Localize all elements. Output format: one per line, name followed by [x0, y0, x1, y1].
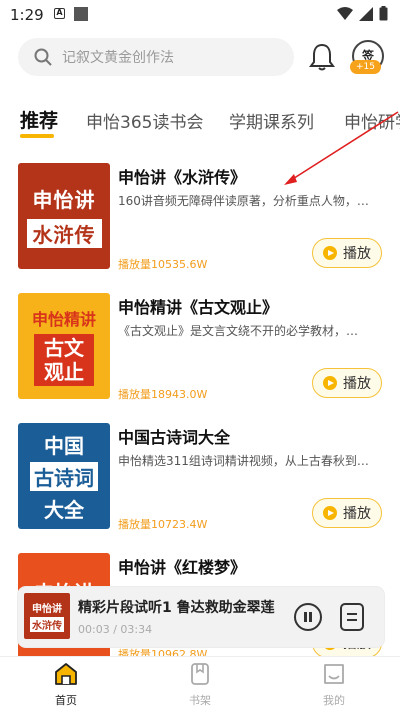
search-placeholder: 记叙文黄金创作法	[62, 50, 174, 66]
cover-text: 大全	[44, 497, 84, 522]
course-cover: 申怡精讲 古文观止	[18, 293, 110, 399]
signal-icon	[359, 6, 373, 21]
active-tab-indicator	[20, 134, 54, 138]
bell-icon[interactable]	[308, 42, 336, 72]
course-description: 申怡精选311组诗词精讲视频，从上古春秋到…	[118, 454, 369, 468]
play-icon	[323, 246, 337, 260]
course-title: 申怡精讲《古文观止》	[118, 298, 279, 317]
search-input[interactable]: 记叙文黄金创作法	[18, 38, 294, 76]
cover-text: 水浒传	[26, 219, 102, 248]
play-button[interactable]: 播放	[312, 368, 382, 398]
cover-text: 申怡讲	[32, 188, 96, 212]
play-count: 播放量10535.6W	[118, 258, 208, 271]
nav-label: 书架	[189, 694, 211, 707]
list-item[interactable]: 中国 古诗词 大全 中国古诗词大全 申怡精选311组诗词精讲视频，从上古春秋到……	[0, 410, 400, 531]
annotation-arrow	[284, 111, 399, 185]
mini-player[interactable]: 申怡讲 水浒传 精彩片段试听1 鲁达救助金翠莲 00:03 / 03:34	[18, 587, 384, 647]
play-label: 播放	[343, 376, 371, 392]
playlist-icon[interactable]	[340, 603, 364, 631]
status-bar: 1:29 A	[0, 0, 400, 30]
tab-reading-club[interactable]: 申怡365读书会	[86, 108, 203, 133]
nav-label: 我的	[323, 694, 345, 707]
search-icon	[34, 48, 52, 66]
cover-text: 水浒传	[30, 617, 64, 632]
nav-label: 首页	[55, 694, 77, 707]
play-button[interactable]: 播放	[312, 238, 382, 268]
list-item[interactable]: 申怡精讲 古文观止 申怡精讲《古文观止》 《古文观止》是文言文绕不开的必学教材，…	[0, 280, 400, 401]
sign-in-badge: +15	[350, 60, 381, 74]
notification-square-icon	[74, 7, 88, 21]
battery-icon	[379, 6, 388, 21]
course-cover: 中国 古诗词 大全	[18, 423, 110, 529]
play-icon	[323, 506, 337, 520]
pause-icon[interactable]	[294, 603, 322, 631]
play-button[interactable]: 播放	[312, 498, 382, 528]
cover-text: 中国	[44, 433, 84, 458]
bottom-nav: 首页 书架 我的	[0, 656, 400, 710]
cover-text: 申怡精讲	[31, 310, 96, 329]
play-count: 播放量10723.4W	[118, 518, 208, 531]
course-title: 中国古诗词大全	[118, 428, 231, 447]
bookshelf-icon	[191, 663, 209, 685]
notification-a-icon: A	[54, 8, 65, 19]
play-count: 播放量18943.0W	[118, 388, 208, 401]
nav-home[interactable]: 首页	[36, 661, 96, 708]
mini-player-title: 精彩片段试听1 鲁达救助金翠莲	[78, 600, 275, 616]
course-cover: 申怡讲 水浒传	[18, 163, 110, 269]
play-label: 播放	[343, 246, 371, 262]
course-title: 申怡讲《红楼梦》	[118, 558, 247, 577]
cover-text: 申怡讲	[32, 604, 62, 615]
smiley-icon	[324, 664, 344, 684]
course-description: 《古文观止》是文言文绕不开的必学教材，…	[118, 324, 359, 338]
home-icon	[55, 663, 77, 685]
wifi-icon	[337, 6, 353, 20]
cover-text: 古诗词	[30, 461, 98, 491]
tab-recommend[interactable]: 推荐	[20, 106, 58, 133]
status-time: 1:29	[10, 6, 44, 24]
mini-player-cover: 申怡讲 水浒传	[24, 593, 70, 639]
course-title: 申怡讲《水浒传》	[118, 168, 247, 187]
play-label: 播放	[343, 506, 371, 522]
nav-bookshelf[interactable]: 书架	[170, 661, 230, 708]
cover-text: 古文观止	[34, 334, 94, 386]
play-icon	[323, 376, 337, 390]
nav-profile[interactable]: 我的	[304, 661, 364, 708]
status-icons	[337, 6, 388, 21]
mini-player-time: 00:03 / 03:34	[78, 623, 153, 636]
